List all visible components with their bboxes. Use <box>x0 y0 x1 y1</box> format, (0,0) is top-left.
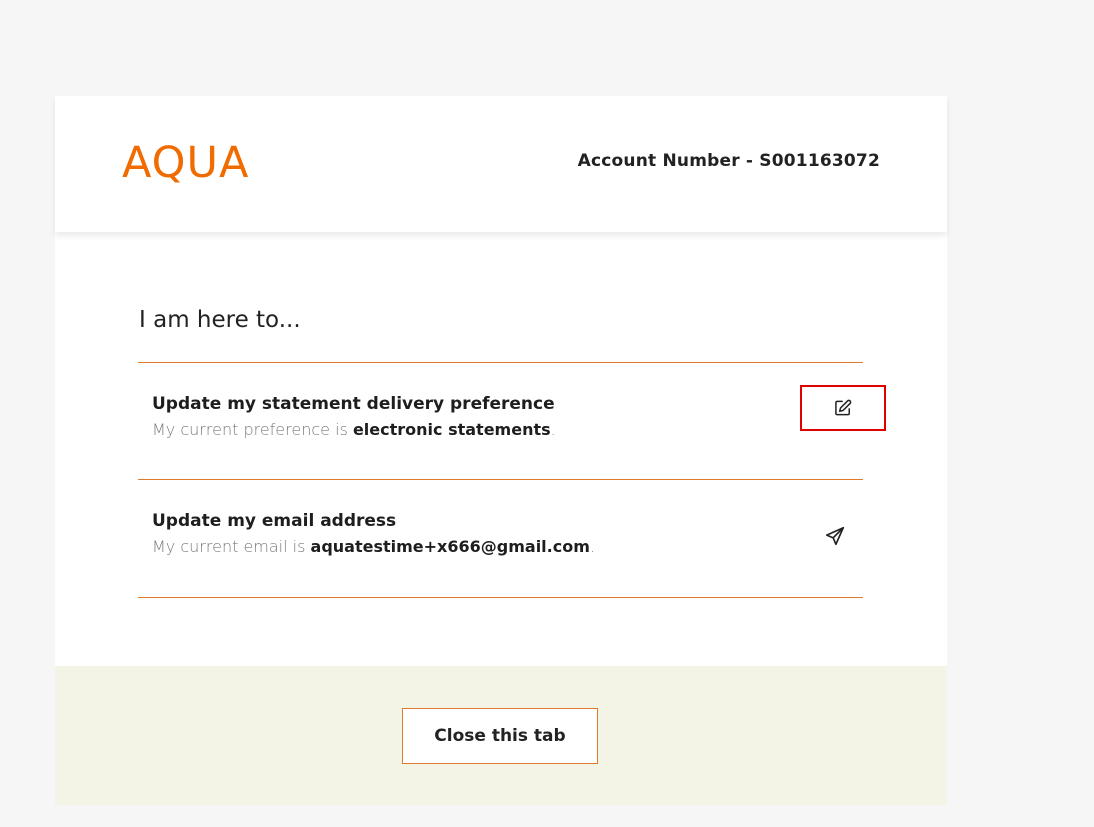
intro-heading: I am here to... <box>139 307 301 333</box>
option-description: My current email is aquatestime+x666@gma… <box>152 537 595 556</box>
preference-card: AQUA Account Number - S001163072 I am he… <box>55 96 947 805</box>
footer: Close this tab <box>55 666 947 805</box>
option-title: Update my statement delivery preference <box>152 394 555 414</box>
logo-text: AQUA <box>122 138 250 188</box>
close-tab-button[interactable]: Close this tab <box>402 708 598 764</box>
main-content: I am here to... Update my statement deli… <box>55 232 947 666</box>
option-statement-preference[interactable]: Update my statement delivery preference … <box>138 363 886 479</box>
edit-icon <box>835 399 852 416</box>
option-email-address[interactable]: Update my email address My current email… <box>138 480 863 596</box>
option-title: Update my email address <box>152 511 397 531</box>
update-email-button[interactable] <box>823 524 847 548</box>
account-number: Account Number - S001163072 <box>577 151 880 171</box>
send-icon <box>825 526 845 546</box>
header: AQUA Account Number - S001163072 <box>55 96 947 232</box>
divider <box>138 597 863 598</box>
current-preference-value: electronic statements <box>352 420 551 439</box>
current-email-value: aquatestime+x666@gmail.com <box>310 537 590 556</box>
aqua-logo: AQUA <box>122 138 249 188</box>
edit-preference-button[interactable] <box>800 385 886 431</box>
option-description: My current preference is electronic stat… <box>152 420 556 439</box>
